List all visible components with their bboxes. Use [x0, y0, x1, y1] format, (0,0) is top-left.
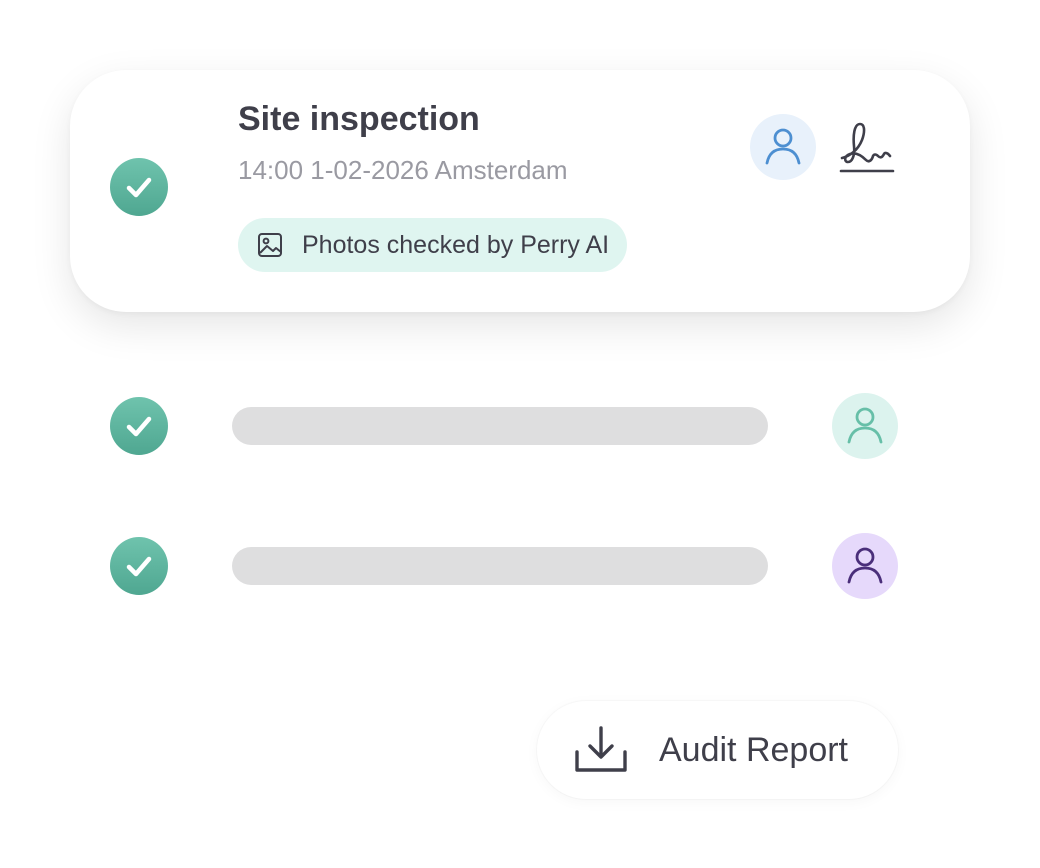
task-card[interactable]: Site inspection 14:00 1-02-2026 Amsterda… — [70, 70, 970, 312]
task-title: Site inspection — [238, 100, 480, 138]
assignee-avatar[interactable] — [750, 114, 816, 180]
audit-report-button[interactable]: Audit Report — [537, 701, 898, 799]
image-icon — [256, 231, 284, 259]
user-icon — [841, 540, 889, 593]
signature-icon[interactable] — [838, 116, 898, 178]
ai-check-badge: Photos checked by Perry AI — [238, 218, 628, 272]
assignee-avatar[interactable] — [832, 393, 898, 459]
user-icon — [759, 121, 807, 174]
task-meta: 14:00 1-02-2026 Amsterdam — [238, 155, 568, 185]
audit-report-label: Audit Report — [659, 730, 848, 769]
assignee-avatar[interactable] — [832, 533, 898, 599]
list-item[interactable] — [0, 526, 1040, 606]
user-icon — [841, 400, 889, 453]
list-item[interactable] — [0, 386, 1040, 466]
placeholder-bar — [232, 407, 768, 445]
check-icon — [110, 397, 168, 455]
ai-check-badge-label: Photos checked by Perry AI — [302, 230, 610, 259]
download-icon — [573, 722, 629, 778]
placeholder-bar — [232, 547, 768, 585]
check-icon — [110, 158, 168, 216]
check-icon — [110, 537, 168, 595]
